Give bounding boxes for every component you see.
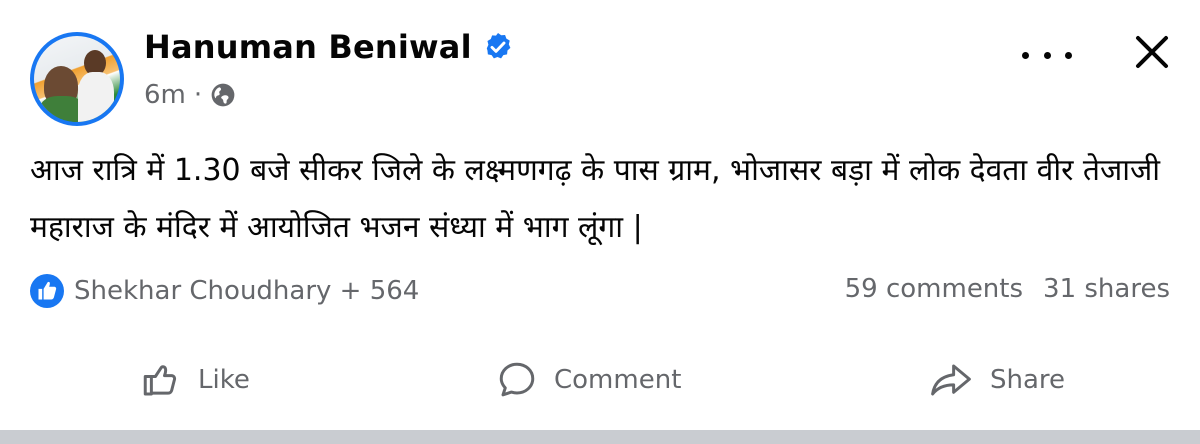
share-label: Share bbox=[990, 365, 1066, 395]
comment-button[interactable]: Comment bbox=[496, 352, 681, 408]
close-icon[interactable] bbox=[1124, 24, 1180, 80]
thumbs-up-icon bbox=[143, 365, 177, 396]
shares-count[interactable]: 31 shares bbox=[1043, 274, 1170, 304]
author-row: Hanuman Beniwal bbox=[144, 28, 514, 66]
like-button[interactable]: Like bbox=[140, 352, 250, 408]
more-options-icon[interactable] bbox=[1022, 40, 1072, 70]
comment-label: Comment bbox=[554, 365, 682, 395]
more-dot bbox=[1043, 51, 1051, 59]
share-button[interactable]: Share bbox=[928, 352, 1065, 408]
avatar-figure-2-body bbox=[78, 72, 114, 122]
post-meta: 6m · bbox=[144, 80, 236, 110]
action-bar: Like Comment Share bbox=[0, 352, 1200, 408]
meta-separator: · bbox=[193, 80, 203, 110]
post-text: आज रात्रि में 1.30 बजे सीकर जिले के लक्ष… bbox=[30, 153, 1161, 245]
like-reaction-icon bbox=[30, 274, 64, 308]
more-dot bbox=[1022, 51, 1029, 59]
reactions-text: Shekhar Choudhary + 564 bbox=[74, 276, 420, 306]
share-arrow-icon bbox=[931, 364, 971, 396]
post-timestamp[interactable]: 6m bbox=[144, 80, 186, 110]
author-name[interactable]: Hanuman Beniwal bbox=[144, 28, 472, 66]
comment-bubble-icon bbox=[499, 362, 535, 397]
avatar-photo bbox=[34, 36, 120, 122]
comments-count[interactable]: 59 comments bbox=[845, 274, 1023, 304]
author-avatar[interactable] bbox=[30, 32, 124, 126]
more-dot bbox=[1065, 51, 1072, 59]
verified-badge-icon bbox=[486, 33, 511, 59]
like-label: Like bbox=[198, 365, 250, 395]
feed-separator bbox=[0, 430, 1200, 444]
engagement-counts: 59 comments 31 shares bbox=[845, 274, 1170, 304]
reactions-summary[interactable]: Shekhar Choudhary + 564 bbox=[30, 274, 419, 308]
post-card: Hanuman Beniwal 6m · आज रात्रि में 1.30 … bbox=[0, 0, 1200, 430]
globe-icon bbox=[211, 83, 235, 107]
